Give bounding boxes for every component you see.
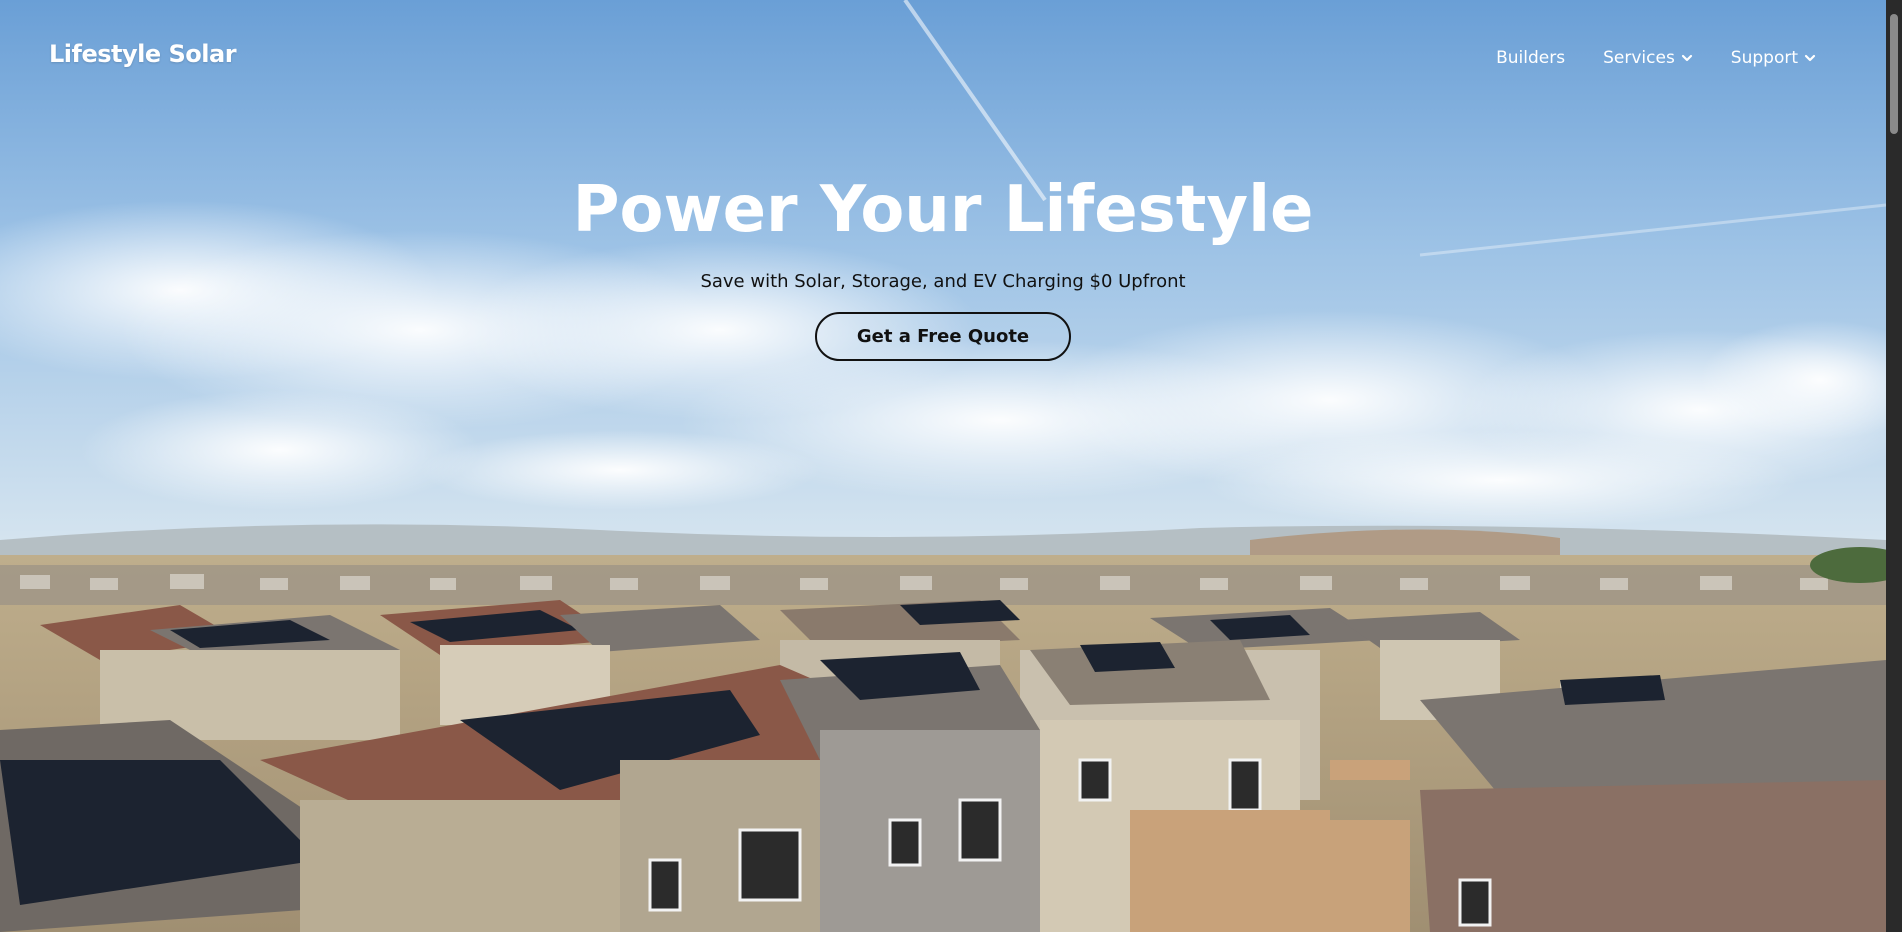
site-header: Lifestyle Solar Builders Services Suppor… xyxy=(0,0,1886,110)
nav-support-label: Support xyxy=(1730,48,1798,68)
hero-background-image xyxy=(0,0,1886,932)
hero-content: Power Your Lifestyle Save with Solar, St… xyxy=(0,173,1886,362)
nav-support[interactable]: Support xyxy=(1731,48,1816,68)
chevron-down-icon xyxy=(1804,54,1816,62)
nav-services[interactable]: Services xyxy=(1603,48,1693,68)
nav-builders-label: Builders xyxy=(1496,48,1566,68)
hero-title: Power Your Lifestyle xyxy=(572,173,1314,247)
hero-subtitle: Save with Solar, Storage, and EV Chargin… xyxy=(700,271,1186,293)
scrollbar-thumb[interactable] xyxy=(1890,14,1898,134)
main-nav: Builders Services Support xyxy=(1496,48,1816,68)
page-scrollbar[interactable] xyxy=(1886,0,1902,932)
nav-services-label: Services xyxy=(1603,48,1675,68)
nav-builders[interactable]: Builders xyxy=(1496,48,1565,68)
site-logo[interactable]: Lifestyle Solar xyxy=(49,40,237,68)
get-free-quote-button[interactable]: Get a Free Quote xyxy=(814,312,1072,362)
chevron-down-icon xyxy=(1681,54,1692,62)
page: Lifestyle Solar Builders Services Suppor… xyxy=(0,0,1902,932)
